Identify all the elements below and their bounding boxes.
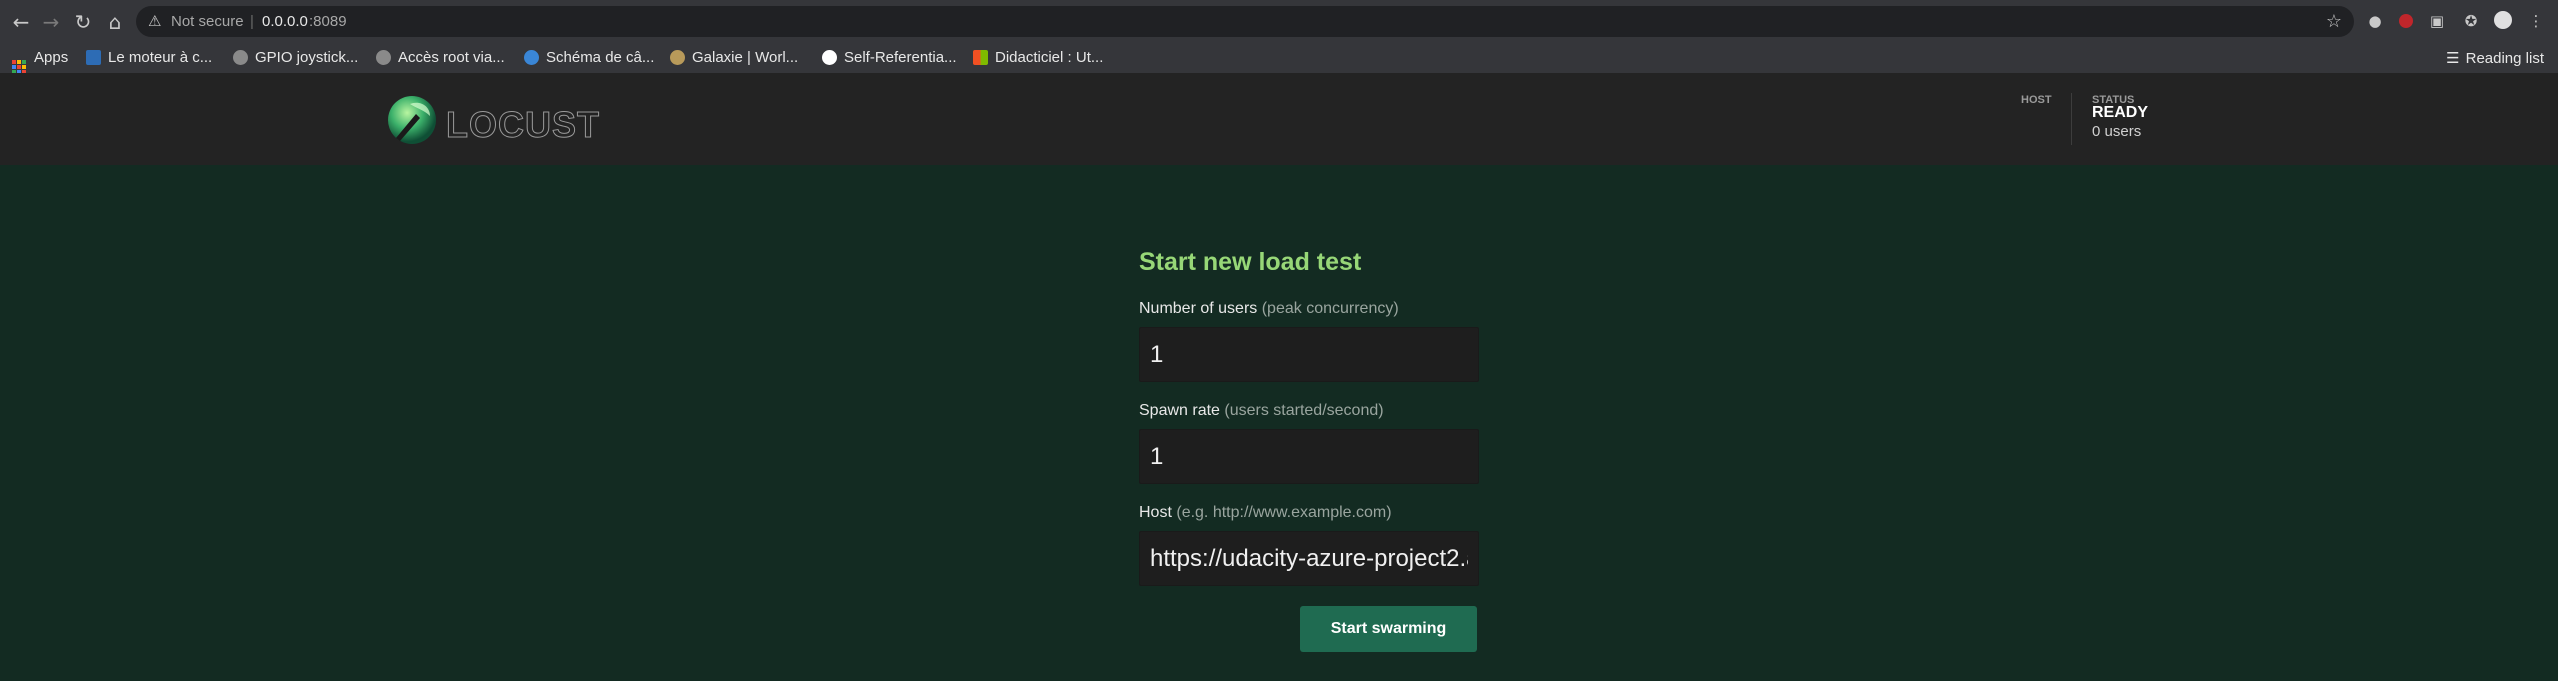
host-field-label: Host (e.g. http://www.example.com) <box>1139 504 1392 522</box>
bookmark-apps[interactable]: Apps <box>12 43 69 74</box>
bookmark-item[interactable]: Galaxie | Worl... <box>670 43 798 73</box>
bookmark-label: Self-Referentia... <box>844 49 957 66</box>
bookmark-label: Le moteur à c... <box>108 49 213 66</box>
host-hint: (e.g. http://www.example.com) <box>1176 504 1392 521</box>
url-separator: | <box>250 13 254 30</box>
host-label: HOST <box>2021 94 2052 106</box>
site-favicon-icon <box>376 50 391 65</box>
puzzle-icon[interactable]: ✪ <box>2461 11 2481 31</box>
extension-red-icon[interactable] <box>2396 11 2416 31</box>
bookmark-label: Accès root via... <box>398 49 505 66</box>
bookmark-item[interactable]: GPIO joystick... <box>233 43 358 73</box>
bookmark-star-icon[interactable]: ☆ <box>2326 11 2342 32</box>
bookmark-item[interactable]: Schéma de câ... <box>524 43 654 73</box>
site-favicon-icon <box>86 50 101 65</box>
forward-icon[interactable]: → <box>38 9 64 35</box>
site-favicon-icon <box>670 50 685 65</box>
bookmark-item[interactable]: Didacticiel : Ut... <box>973 43 1103 73</box>
reading-list-icon: ☰ <box>2446 49 2460 67</box>
url-port: :8089 <box>309 13 347 30</box>
media-icon[interactable]: ▣ <box>2427 11 2447 31</box>
warning-icon: ⚠ <box>148 12 162 30</box>
apps-grid-icon <box>12 60 26 74</box>
back-icon[interactable]: ← <box>8 9 34 35</box>
users-label: Number of users (peak concurrency) <box>1139 300 1399 318</box>
locust-logo[interactable]: LOCUST <box>386 94 600 146</box>
menu-kebab-icon[interactable]: ⋮ <box>2526 11 2546 31</box>
microsoft-favicon-icon <box>973 50 988 65</box>
spawn-rate-input[interactable] <box>1139 429 1479 484</box>
users-label-text: Number of users <box>1139 300 1258 317</box>
browser-toolbar: ← → ↻ ⌂ ⚠ Not secure | 0.0.0.0 :8089 ☆ ●… <box>0 0 2558 43</box>
site-favicon-icon <box>822 50 837 65</box>
bookmark-label: GPIO joystick... <box>255 49 359 66</box>
reading-list-button[interactable]: ☰ Reading list <box>2446 43 2544 73</box>
form-title: Start new load test <box>1139 248 1362 276</box>
bookmark-label: Schéma de câ... <box>546 49 655 66</box>
bookmark-item[interactable]: Le moteur à c... <box>86 43 212 73</box>
bookmark-label: Apps <box>34 49 69 66</box>
users-hint: (peak concurrency) <box>1261 300 1399 317</box>
reload-icon[interactable]: ↻ <box>70 9 96 35</box>
spawn-rate-label-text: Spawn rate <box>1139 402 1220 419</box>
spawn-rate-label: Spawn rate (users started/second) <box>1139 402 1384 420</box>
security-label: Not secure <box>171 13 244 30</box>
locust-logo-icon <box>388 96 436 144</box>
reading-list-label: Reading list <box>2465 50 2544 67</box>
users-input[interactable] <box>1139 327 1479 382</box>
url-host: 0.0.0.0 <box>262 13 308 30</box>
user-count: 0 users <box>2092 123 2142 140</box>
bookmarks-bar: Apps Le moteur à c... GPIO joystick... A… <box>0 43 2558 74</box>
site-favicon-icon <box>233 50 248 65</box>
status-value: READY <box>2092 104 2149 121</box>
bookmark-item[interactable]: Self-Referentia... <box>822 43 957 73</box>
bookmark-item[interactable]: Accès root via... <box>376 43 505 73</box>
site-favicon-icon <box>524 50 539 65</box>
logo-text: LOCUST <box>446 104 600 146</box>
address-bar[interactable]: ⚠ Not secure | 0.0.0.0 :8089 ☆ <box>136 6 2354 37</box>
bookmark-label: Didacticiel : Ut... <box>995 49 1104 66</box>
start-swarming-button[interactable]: Start swarming <box>1300 606 1477 652</box>
header-divider <box>2071 93 2072 145</box>
bookmark-label: Galaxie | Worl... <box>692 49 799 66</box>
profile-avatar-icon[interactable] <box>2493 11 2513 31</box>
host-label-text: Host <box>1139 504 1172 521</box>
home-icon[interactable]: ⌂ <box>102 9 128 35</box>
spawn-rate-hint: (users started/second) <box>1224 402 1384 419</box>
app-header: LOCUST HOST STATUS READY 0 users <box>0 73 2558 165</box>
host-input[interactable] <box>1139 531 1479 586</box>
extension-icon[interactable]: ● <box>2365 11 2385 31</box>
